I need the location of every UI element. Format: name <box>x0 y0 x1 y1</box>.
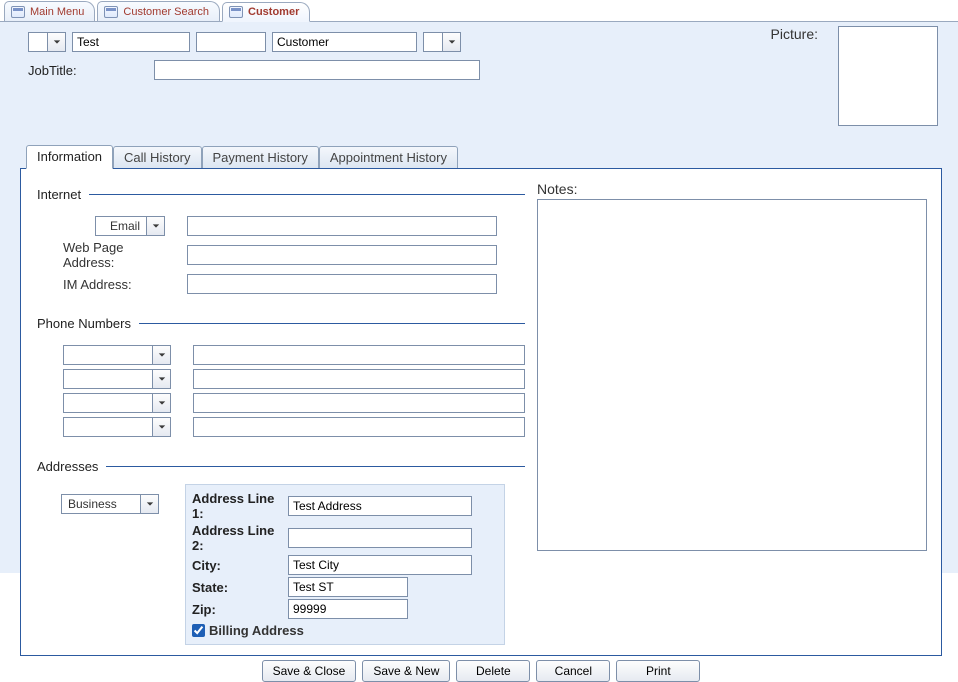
web-input[interactable] <box>187 245 497 265</box>
jobtitle-label: JobTitle: <box>28 63 154 78</box>
address-state-input[interactable] <box>288 577 408 597</box>
line1-label: Address Line 1: <box>192 491 288 521</box>
dropdown-icon[interactable] <box>147 216 165 236</box>
suffix-select[interactable] <box>423 32 461 52</box>
internet-legend: Internet <box>35 187 89 202</box>
city-label: City: <box>192 558 288 573</box>
tab-label: Information <box>37 149 102 164</box>
address-type-value: Business <box>61 494 141 514</box>
delete-button[interactable]: Delete <box>456 660 530 682</box>
phone-type-select[interactable] <box>63 417 153 437</box>
doc-tab-main-menu[interactable]: Main Menu <box>4 1 95 21</box>
phone-legend: Phone Numbers <box>35 316 139 331</box>
tab-appointment-history[interactable]: Appointment History <box>319 146 458 169</box>
tab-call-history[interactable]: Call History <box>113 146 201 169</box>
middle-name-input[interactable] <box>196 32 266 52</box>
phone-number-input[interactable] <box>193 417 525 437</box>
prefix-value <box>28 32 48 52</box>
prefix-select[interactable] <box>28 32 66 52</box>
phone-row <box>35 393 525 413</box>
address-line2-input[interactable] <box>288 528 472 548</box>
doc-tab-label: Customer <box>248 6 299 18</box>
form-icon <box>229 6 243 18</box>
picture-box[interactable] <box>838 26 938 126</box>
form-icon <box>11 6 25 18</box>
address-city-input[interactable] <box>288 555 472 575</box>
billing-address-checkbox[interactable] <box>192 624 205 637</box>
dropdown-icon[interactable] <box>48 32 66 52</box>
email-input[interactable] <box>187 216 497 236</box>
phone-row <box>35 369 525 389</box>
detail-tab-control: Information Call History Payment History… <box>20 144 942 656</box>
dropdown-icon[interactable] <box>153 417 171 437</box>
im-input[interactable] <box>187 274 497 294</box>
tab-information[interactable]: Information <box>26 145 113 169</box>
zip-label: Zip: <box>192 602 288 617</box>
email-type-value: Email <box>95 216 147 236</box>
dropdown-icon[interactable] <box>141 494 159 514</box>
cancel-button[interactable]: Cancel <box>536 660 610 682</box>
dropdown-icon[interactable] <box>153 393 171 413</box>
address-zip-input[interactable] <box>288 599 408 619</box>
save-close-button[interactable]: Save & Close <box>262 660 357 682</box>
phone-number-input[interactable] <box>193 345 525 365</box>
notes-label: Notes: <box>537 181 927 197</box>
last-name-input[interactable] <box>272 32 417 52</box>
save-new-button[interactable]: Save & New <box>362 660 450 682</box>
phone-type-select[interactable] <box>63 369 153 389</box>
addresses-group: Addresses Business Address Line 1: <box>35 459 525 645</box>
form-icon <box>104 6 118 18</box>
dropdown-icon[interactable] <box>443 32 461 52</box>
tab-label: Payment History <box>213 150 308 165</box>
dropdown-icon[interactable] <box>153 345 171 365</box>
email-type-select[interactable]: Email <box>95 216 165 236</box>
doc-tab-label: Customer Search <box>123 6 209 18</box>
customer-form: Picture: JobTitle: Information Call Hist… <box>0 22 958 573</box>
picture-area: Picture: <box>771 26 938 126</box>
suffix-value <box>423 32 443 52</box>
phone-number-input[interactable] <box>193 369 525 389</box>
line2-label: Address Line 2: <box>192 523 288 553</box>
addresses-legend: Addresses <box>35 459 106 474</box>
phone-number-input[interactable] <box>193 393 525 413</box>
form-button-row: Save & Close Save & New Delete Cancel Pr… <box>20 660 942 682</box>
phone-type-select[interactable] <box>63 345 153 365</box>
phone-row <box>35 417 525 437</box>
tab-page-information: Internet Email Web Page A <box>20 168 942 656</box>
dropdown-icon[interactable] <box>153 369 171 389</box>
doc-tab-label: Main Menu <box>30 6 84 18</box>
state-label: State: <box>192 580 288 595</box>
jobtitle-input[interactable] <box>154 60 480 80</box>
tab-label: Call History <box>124 150 190 165</box>
web-label: Web Page Address: <box>35 240 165 270</box>
billing-address-label: Billing Address <box>209 623 304 638</box>
doc-tab-customer[interactable]: Customer <box>222 2 310 22</box>
document-tab-bar: Main Menu Customer Search Customer <box>0 0 958 22</box>
phone-type-select[interactable] <box>63 393 153 413</box>
address-type-select[interactable]: Business <box>61 494 159 514</box>
doc-tab-customer-search[interactable]: Customer Search <box>97 1 220 21</box>
notes-textarea[interactable] <box>537 199 927 551</box>
im-label: IM Address: <box>35 277 165 292</box>
tab-label: Appointment History <box>330 150 447 165</box>
address-panel: Address Line 1: Address Line 2: City: <box>185 484 505 645</box>
tab-payment-history[interactable]: Payment History <box>202 146 319 169</box>
internet-group: Internet Email Web Page A <box>35 187 525 298</box>
address-line1-input[interactable] <box>288 496 472 516</box>
print-button[interactable]: Print <box>616 660 700 682</box>
phone-row <box>35 345 525 365</box>
first-name-input[interactable] <box>72 32 190 52</box>
picture-label: Picture: <box>771 26 818 42</box>
phone-group: Phone Numbers <box>35 316 525 441</box>
